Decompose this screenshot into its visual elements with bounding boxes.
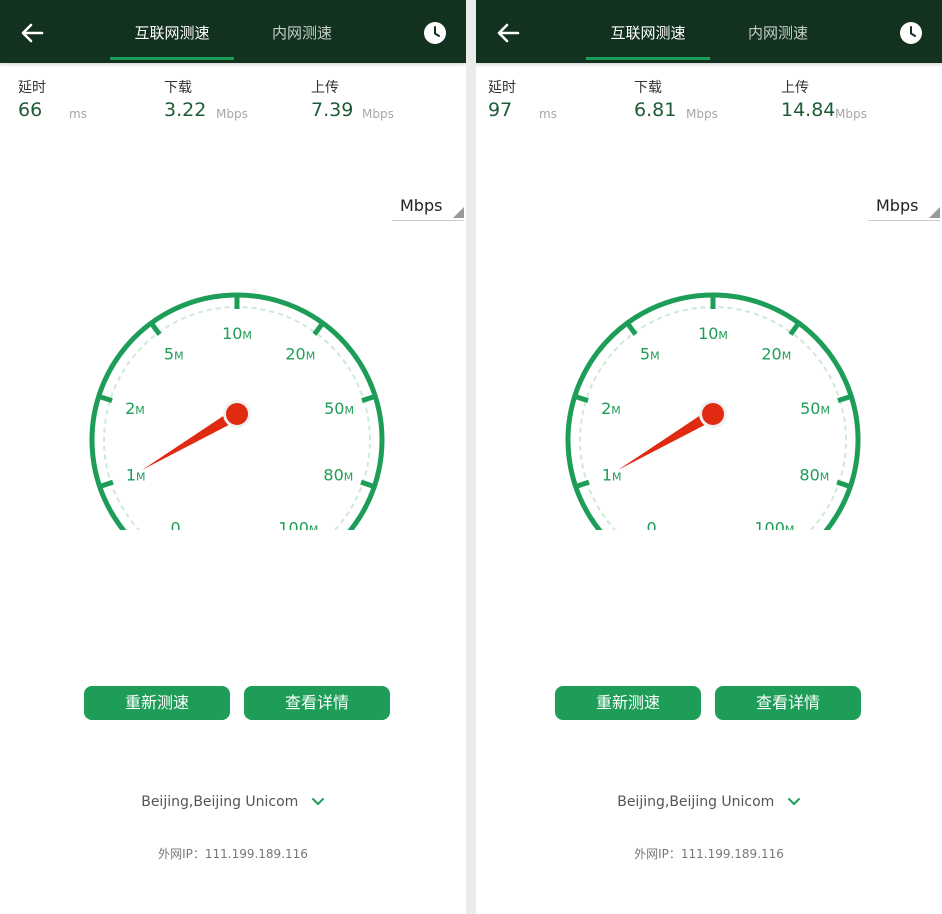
tab-intranet-speedtest[interactable]: 内网测速 [728, 0, 828, 63]
latency-value: 66 [18, 99, 43, 121]
gauge-tick-unit: M [718, 329, 728, 342]
server-selector[interactable]: Beijing,Beijing Unicom [476, 794, 942, 810]
upload-label: 上传 [781, 80, 809, 96]
view-details-button[interactable]: 查看详情 [244, 686, 390, 720]
gauge-tick-label: 80M [323, 465, 353, 484]
speed-gauge: 0 1M 2M 5M 10M 20M 50M 80M 100M [565, 292, 861, 530]
upload-unit: Mbps [362, 107, 394, 121]
gauge-tick-label: 5M [164, 345, 184, 364]
gauge-tick-unit: M [820, 404, 830, 417]
retest-button[interactable]: 重新测速 [555, 686, 701, 720]
upload-value: 7.39 [311, 99, 354, 121]
gauge-tick-unit: M [650, 350, 660, 363]
unit-selector-label: Mbps [400, 196, 443, 215]
gauge-tick-label: 10M [222, 324, 252, 343]
gauge-tick-label: 100M [754, 519, 794, 530]
top-app-bar: 互联网测速 内网测速 [0, 0, 466, 63]
chevron-down-icon [787, 798, 800, 805]
history-button[interactable] [899, 21, 923, 45]
gauge-tick-label: 50M [800, 399, 830, 418]
latency-label: 延时 [18, 80, 46, 96]
gauge-tick-label: 1M [602, 465, 622, 484]
gauge-tick-label: 2M [125, 399, 145, 418]
history-button[interactable] [423, 21, 447, 45]
view-details-button[interactable]: 查看详情 [715, 686, 861, 720]
gauge-tick-label: 2M [601, 399, 621, 418]
latency-value: 97 [488, 99, 513, 121]
download-unit: Mbps [686, 107, 718, 121]
active-tab-indicator [110, 57, 234, 60]
dropdown-corner-icon [453, 207, 464, 218]
gauge-needle-hub [702, 403, 724, 425]
speed-gauge: 0 1M 2M 5M 10M 20M 50M 80M 100M [89, 292, 385, 530]
gauge-tick-label: 5M [640, 345, 660, 364]
latency-label: 延时 [488, 80, 516, 96]
speedtest-screen-1: 互联网测速 内网测速 延时 66 ms 下载 3.22 Mbps 上传 7.39… [0, 0, 466, 914]
active-tab-indicator [586, 57, 710, 60]
gauge-tick-unit: M [785, 524, 795, 530]
download-value: 6.81 [634, 99, 677, 121]
download-label: 下载 [634, 80, 662, 96]
back-button[interactable] [492, 18, 524, 48]
chevron-down-icon [311, 798, 324, 805]
gauge-tick-label: 100M [278, 519, 318, 530]
arrow-left-icon [497, 23, 520, 43]
gauge-tick-unit: M [242, 329, 252, 342]
gauge-tick-unit: M [344, 470, 354, 483]
external-ip: 外网IP：111.199.189.116 [158, 847, 308, 861]
unit-selector[interactable]: Mbps [868, 196, 940, 221]
server-name: Beijing,Beijing Unicom [617, 794, 775, 810]
gauge-tick-label: 0 [171, 519, 181, 530]
upload-unit: Mbps [835, 107, 867, 121]
gauge-tick-unit: M [782, 350, 792, 363]
gauge-tick-unit: M [136, 470, 146, 483]
unit-selector[interactable]: Mbps [392, 196, 464, 221]
gauge-tick-unit: M [820, 470, 830, 483]
gauge-tick-unit: M [344, 404, 354, 417]
download-value: 3.22 [164, 99, 207, 121]
server-selector[interactable]: Beijing,Beijing Unicom [0, 794, 466, 810]
clock-icon [900, 22, 922, 44]
external-ip: 外网IP：111.199.189.116 [634, 847, 784, 861]
latency-unit: ms [69, 107, 87, 121]
latency-unit: ms [539, 107, 557, 121]
gauge-tick-unit: M [174, 350, 184, 363]
gauge-tick-label: 0 [647, 519, 657, 530]
clock-icon [424, 22, 446, 44]
gauge-tick-label: 1M [126, 465, 146, 484]
download-label: 下载 [164, 80, 192, 96]
gauge-tick-unit: M [612, 470, 622, 483]
gauge-tick-unit: M [306, 350, 316, 363]
arrow-left-icon [21, 23, 44, 43]
gauge-tick-label: 10M [698, 324, 728, 343]
upload-value: 14.84 [781, 99, 836, 121]
gauge-tick-unit: M [611, 404, 621, 417]
tab-internet-speedtest[interactable]: 互联网测速 [110, 0, 234, 63]
retest-button[interactable]: 重新测速 [84, 686, 230, 720]
top-app-bar: 互联网测速 内网测速 [476, 0, 942, 63]
speedtest-screen-2: 互联网测速 内网测速 延时 97 ms 下载 6.81 Mbps 上传 14.8… [476, 0, 942, 914]
gauge-tick-unit: M [309, 524, 319, 530]
server-name: Beijing,Beijing Unicom [141, 794, 299, 810]
gauge-tick-label: 80M [799, 465, 829, 484]
gauge-needle-hub [226, 403, 248, 425]
upload-label: 上传 [311, 80, 339, 96]
tab-internet-speedtest[interactable]: 互联网测速 [586, 0, 710, 63]
tab-intranet-speedtest[interactable]: 内网测速 [252, 0, 352, 63]
gauge-tick-label: 50M [324, 399, 354, 418]
comparison-screens: 互联网测速 内网测速 延时 66 ms 下载 3.22 Mbps 上传 7.39… [0, 0, 942, 914]
back-button[interactable] [16, 18, 48, 48]
download-unit: Mbps [216, 107, 248, 121]
gauge-tick-label: 20M [761, 345, 791, 364]
gauge-tick-label: 20M [285, 345, 315, 364]
dropdown-corner-icon [929, 207, 940, 218]
gauge-tick-unit: M [135, 404, 145, 417]
unit-selector-label: Mbps [876, 196, 919, 215]
